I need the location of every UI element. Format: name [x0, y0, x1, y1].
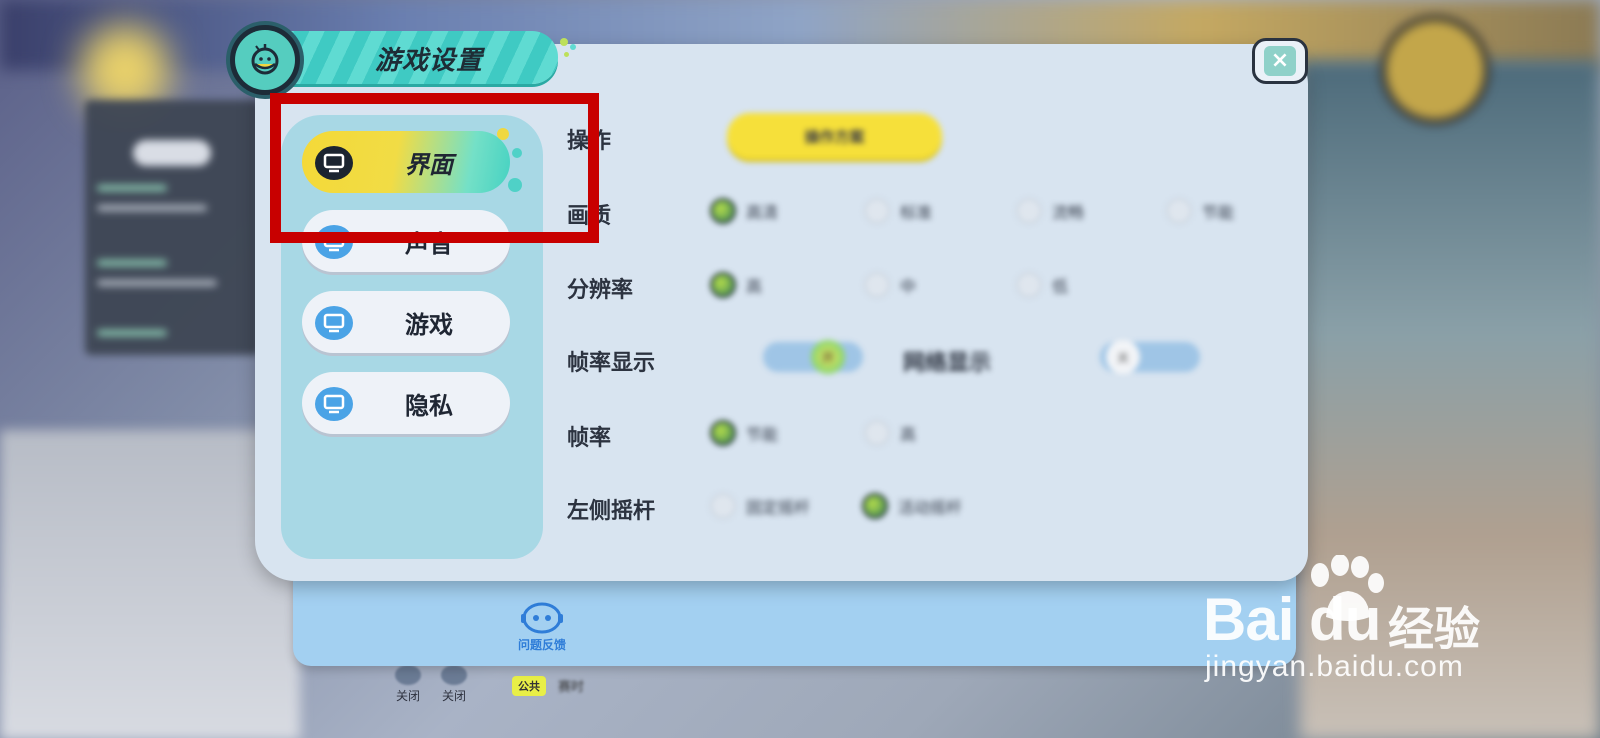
quality-option-smooth[interactable]: 流畅: [1016, 198, 1084, 224]
feedback-button[interactable]: 问题反馈: [512, 600, 572, 653]
quality-option-hd[interactable]: 高清: [710, 198, 778, 224]
option-label: 低: [1052, 277, 1069, 296]
background-voice-controls: 关闭 关闭: [395, 665, 467, 704]
option-label: 标准: [900, 203, 933, 222]
mic-toggle-label: 关闭: [395, 689, 420, 703]
toggle-knob-off: 关: [1106, 340, 1140, 374]
radio-unselected: [1016, 272, 1042, 298]
radio-unselected: [710, 493, 736, 519]
joystick-option-dynamic[interactable]: 活动摇杆: [862, 493, 962, 519]
watermark-brand: Bai du: [1203, 586, 1381, 653]
option-label: 高: [900, 425, 917, 444]
speaker-toggle-label: 关闭: [441, 689, 466, 703]
dialog-title: 游戏设置: [375, 46, 484, 76]
feedback-robot-icon: [521, 602, 563, 634]
joystick-option-fixed[interactable]: 固定摇杆: [710, 493, 810, 519]
speaker-toggle: 关闭: [441, 665, 467, 704]
feedback-label: 问题反馈: [517, 638, 566, 652]
radio-unselected: [864, 420, 890, 446]
radio-selected: [710, 272, 736, 298]
fps-display-label: 帧率显示: [567, 351, 656, 376]
latency-display-label: 网络显示: [903, 351, 992, 376]
option-label: 中: [900, 277, 917, 296]
close-icon: ×: [1264, 46, 1296, 76]
tab-game[interactable]: 游戏: [302, 291, 510, 353]
quality-option-saver[interactable]: 节能: [1166, 198, 1234, 224]
option-label: 高: [746, 277, 763, 296]
tab-label: 隐私: [405, 391, 453, 420]
radio-unselected: [1166, 198, 1192, 224]
fps-display-toggle[interactable]: 开: [763, 340, 863, 374]
option-label: 节能: [1202, 203, 1235, 222]
close-button[interactable]: ×: [1252, 38, 1308, 84]
mic-toggle: 关闭: [395, 665, 421, 704]
operation-scheme-label: 操作方案: [804, 127, 865, 146]
settings-mascot-icon: [226, 21, 304, 99]
left-joystick-label: 左侧摇杆: [567, 499, 656, 524]
option-label: 活动摇杆: [898, 498, 963, 517]
option-label: 固定摇杆: [746, 498, 811, 517]
radio-unselected: [864, 272, 890, 298]
radio-unselected: [864, 198, 890, 224]
operation-scheme-button[interactable]: 操作方案: [727, 113, 942, 159]
radio-unselected: [1016, 198, 1042, 224]
highlight-box: [270, 93, 599, 243]
radio-selected: [862, 493, 888, 519]
radio-selected: [710, 420, 736, 446]
channel-badge: 公共: [512, 676, 546, 696]
tab-label: 游戏: [405, 310, 453, 339]
mic-icon: [395, 665, 421, 685]
fps-label: 帧率: [567, 426, 612, 451]
baidu-watermark: Bai du 经验 jingyan.baidu.com: [1203, 555, 1593, 735]
background-minimap: [1380, 15, 1490, 125]
background-chat-panel: [85, 100, 260, 355]
quality-option-standard[interactable]: 标准: [864, 198, 932, 224]
channel-message: 赛时: [558, 680, 585, 695]
option-label: 流畅: [1052, 203, 1085, 222]
tab-privacy[interactable]: 隐私: [302, 372, 510, 434]
watermark-url: jingyan.baidu.com: [1205, 650, 1464, 683]
resolution-option-medium[interactable]: 中: [864, 272, 916, 298]
latency-display-toggle[interactable]: 关: [1100, 340, 1200, 374]
resolution-option-high[interactable]: 高: [710, 272, 762, 298]
resolution-label: 分辨率: [567, 278, 634, 303]
option-label: 节能: [746, 425, 779, 444]
option-label: 高清: [746, 203, 779, 222]
toggle-knob-on: 开: [811, 340, 845, 374]
resolution-option-low[interactable]: 低: [1016, 272, 1068, 298]
speaker-icon: [441, 665, 467, 685]
fps-option-saver[interactable]: 节能: [710, 420, 778, 446]
radio-selected: [710, 198, 736, 224]
fps-option-high[interactable]: 高: [864, 420, 916, 446]
